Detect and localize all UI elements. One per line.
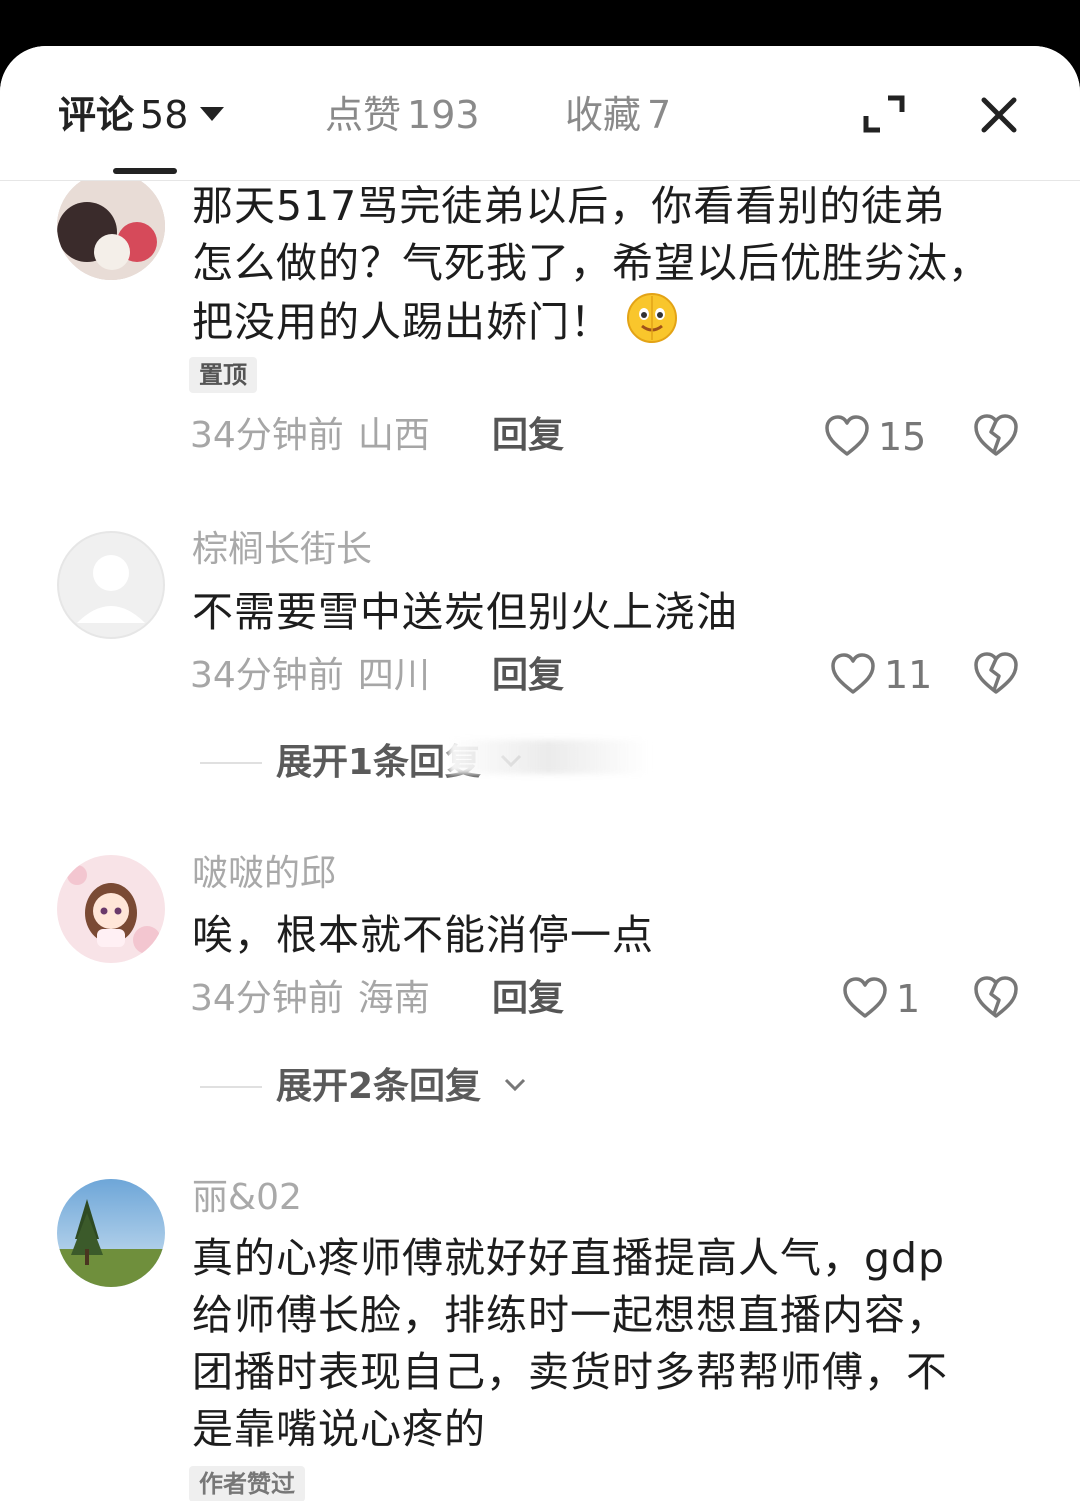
expand-icon <box>863 95 905 133</box>
dislike-button[interactable] <box>972 974 1020 1020</box>
fullscreen-button[interactable] <box>862 94 906 134</box>
chevron-down-icon <box>504 1078 526 1092</box>
avatar[interactable] <box>57 531 165 639</box>
tab-comments[interactable]: 评论 58 <box>58 90 225 140</box>
like-count: 1 <box>896 977 921 1021</box>
reply-button[interactable]: 回复 <box>492 414 564 458</box>
divider <box>200 1086 262 1088</box>
username[interactable]: 丽&02 <box>192 1176 302 1220</box>
comment-text: 那天517骂完徒弟以后，你看看别的徒弟 怎么做的？气死我了，希望以后优胜劣汰， … <box>192 182 990 346</box>
avatar[interactable] <box>57 1179 165 1287</box>
broken-heart-icon <box>974 976 1018 1018</box>
username[interactable]: 啵啵的邱 <box>192 852 336 896</box>
comment-meta: 34分钟前 山西 <box>190 415 430 456</box>
heart-icon <box>825 415 869 456</box>
author-liked-badge: 作者赞过 <box>189 1466 305 1501</box>
active-tab-indicator <box>113 168 177 174</box>
comment-panel-header: 评论 58 点赞 193 收藏 7 <box>0 46 1080 181</box>
comment-list[interactable]: 那天517骂完徒弟以后，你看看别的徒弟 怎么做的？气死我了，希望以后优胜劣汰， … <box>0 46 1080 1501</box>
dislike-button[interactable] <box>972 412 1020 458</box>
comment-text: 真的心疼师傅就好好直播提高人气，gdp 给师傅长脸，排练时一起想想直播内容， 团… <box>192 1234 948 1453</box>
comment-text: 唉，根本就不能消停一点 <box>192 911 654 959</box>
tab-favorites[interactable]: 收藏 7 <box>565 90 671 140</box>
avatar[interactable] <box>57 855 165 963</box>
comment-meta: 34分钟前 海南 <box>190 978 430 1019</box>
broken-heart-icon <box>974 414 1018 456</box>
blurred-overlay <box>448 740 648 774</box>
heart-icon <box>843 977 887 1018</box>
comment-meta: 34分钟前 四川 <box>190 655 430 696</box>
heart-icon <box>831 653 875 694</box>
expand-replies-label: 展开2条回复 <box>276 1066 482 1107</box>
like-count: 11 <box>884 653 933 697</box>
reply-button[interactable]: 回复 <box>492 977 564 1021</box>
close-button[interactable] <box>978 94 1020 136</box>
divider <box>200 762 262 764</box>
comment-text: 不需要雪中送炭但别火上浇油 <box>192 588 738 636</box>
dislike-button[interactable] <box>972 650 1020 696</box>
comments-sheet: 那天517骂完徒弟以后，你看看别的徒弟 怎么做的？气死我了，希望以后优胜劣汰， … <box>0 46 1080 1501</box>
smiley-emoji-icon <box>626 292 678 344</box>
close-icon <box>981 97 1017 133</box>
broken-heart-icon <box>974 652 1018 694</box>
tab-likes[interactable]: 点赞 193 <box>325 90 480 140</box>
like-count: 15 <box>878 415 927 459</box>
reply-button[interactable]: 回复 <box>492 654 564 698</box>
avatar[interactable] <box>57 172 165 280</box>
username[interactable]: 棕榈长街长 <box>192 528 372 572</box>
caret-down-icon <box>200 106 225 121</box>
pinned-badge: 置顶 <box>189 357 257 393</box>
